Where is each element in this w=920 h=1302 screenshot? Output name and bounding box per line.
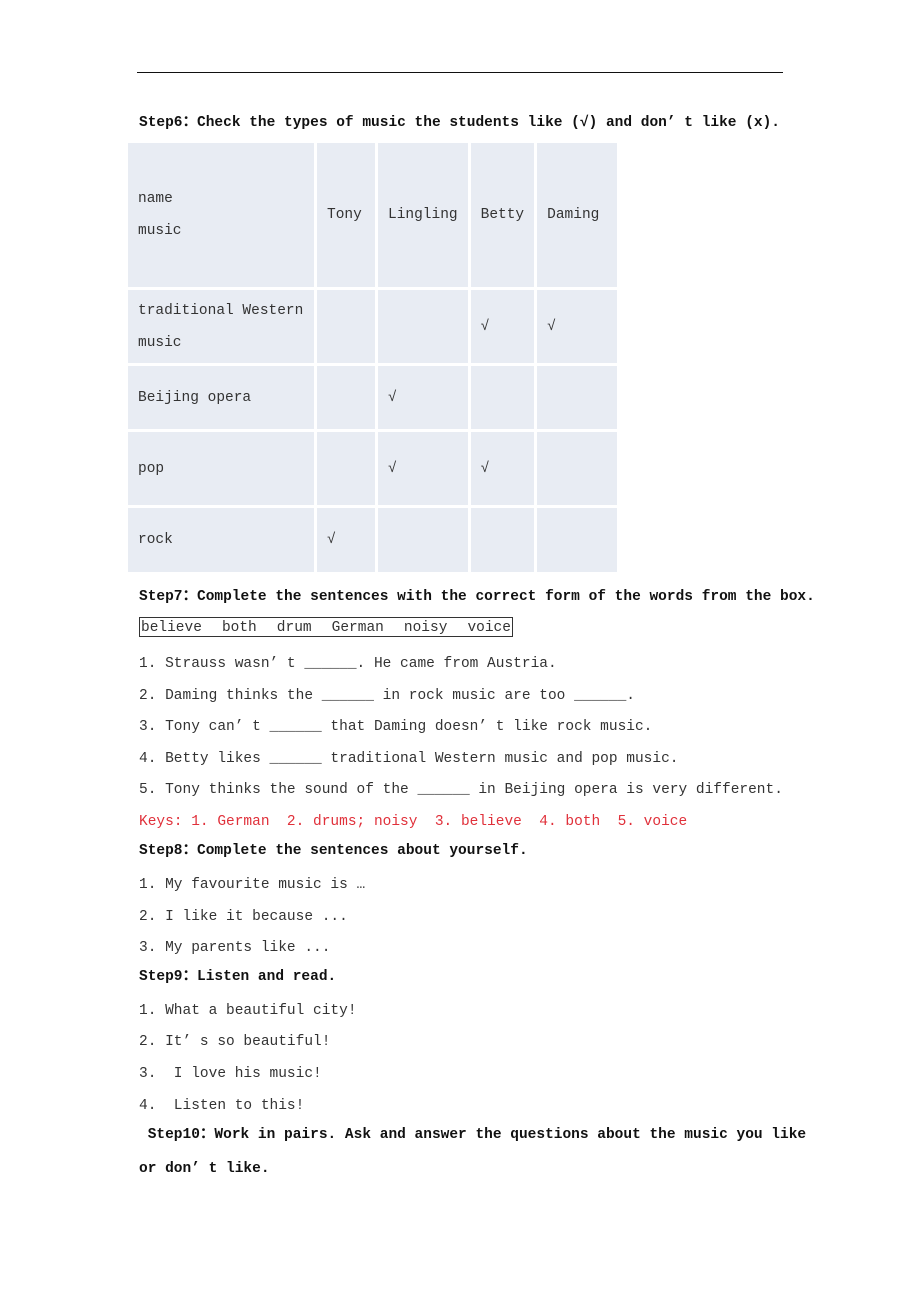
table-row: Beijing opera √ [128,366,618,429]
step8-sentence: 1. My favourite music is … [139,877,366,893]
word-noisy: noisy [403,620,448,636]
check-mark-icon[interactable]: √ [470,290,535,363]
music-preference-table: name music Tony Lingling Betty Daming tr… [125,140,620,575]
step9-sentence: 3. I love his music! [139,1066,322,1082]
table-row: rock √ [128,508,618,572]
word-voice: voice [467,620,511,636]
step8-sentence: 3. My parents like ... [139,940,331,956]
step8-sentence: 2. I like it because ... [139,909,348,925]
step8-title: Step8：Complete the sentences about yours… [139,843,528,859]
word-german: German [331,620,384,636]
column-header-lingling: Lingling [378,143,468,287]
check-cell[interactable] [470,508,535,572]
step7-sentence: 3. Tony can’ t ______ that Daming doesn’… [139,719,653,735]
column-header-daming: Daming [537,143,618,287]
check-mark-icon[interactable]: √ [537,290,618,363]
check-mark-icon[interactable]: √ [470,432,535,505]
step7-sentence: 1. Strauss wasn’ t ______. He came from … [139,656,557,672]
row-label-line2: music [138,334,182,351]
check-cell[interactable] [317,366,375,429]
column-header-tony: Tony [317,143,375,287]
check-cell[interactable] [317,432,375,505]
row-label-traditional-western: traditional Western music [128,290,314,363]
step7-sentence: 4. Betty likes ______ traditional Wester… [139,751,679,767]
answer-keys: Keys: 1. German 2. drums; noisy 3. belie… [139,814,688,830]
row-label-rock: rock [128,508,314,572]
check-cell[interactable] [537,508,618,572]
corner-name-label: name [138,191,173,207]
header-rule [137,72,783,73]
table-row: pop √ √ [128,432,618,505]
step10-title-line2: or don’ t like. [139,1161,270,1177]
step7-sentence: 5. Tony thinks the sound of the ______ i… [139,782,783,798]
check-cell[interactable] [537,366,618,429]
word-drum: drum [276,620,312,636]
check-mark-icon[interactable]: √ [317,508,375,572]
word-box: believe both drum German noisy voice [139,617,513,637]
step10-title-line1: Step10：Work in pairs. Ask and answer the… [139,1127,807,1143]
check-mark-icon[interactable]: √ [378,366,468,429]
step6-title: Step6：Check the types of music the stude… [139,115,781,131]
row-label-beijing-opera: Beijing opera [128,366,314,429]
check-cell[interactable] [378,508,468,572]
corner-music-label: music [138,223,182,239]
check-mark-icon[interactable]: √ [378,432,468,505]
table-row: traditional Western music √ √ [128,290,618,363]
check-cell[interactable] [537,432,618,505]
step9-sentence: 4. Listen to this! [139,1098,305,1114]
check-cell[interactable] [470,366,535,429]
corner-cell: name music [128,143,314,287]
step7-sentence: 2. Daming thinks the ______ in rock musi… [139,688,635,704]
step7-title: Step7：Complete the sentences with the co… [139,589,815,605]
check-cell[interactable] [317,290,375,363]
step9-sentence: 2. It’ s so beautiful! [139,1034,331,1050]
row-label-line1: traditional Western [138,302,304,319]
word-believe: believe [141,620,202,636]
row-label-pop: pop [128,432,314,505]
step9-sentence: 1. What a beautiful city! [139,1003,357,1019]
step9-title: Step9：Listen and read. [139,969,337,985]
word-both: both [221,620,257,636]
column-header-betty: Betty [470,143,535,287]
table-header-row: name music Tony Lingling Betty Daming [128,143,618,287]
check-cell[interactable] [378,290,468,363]
